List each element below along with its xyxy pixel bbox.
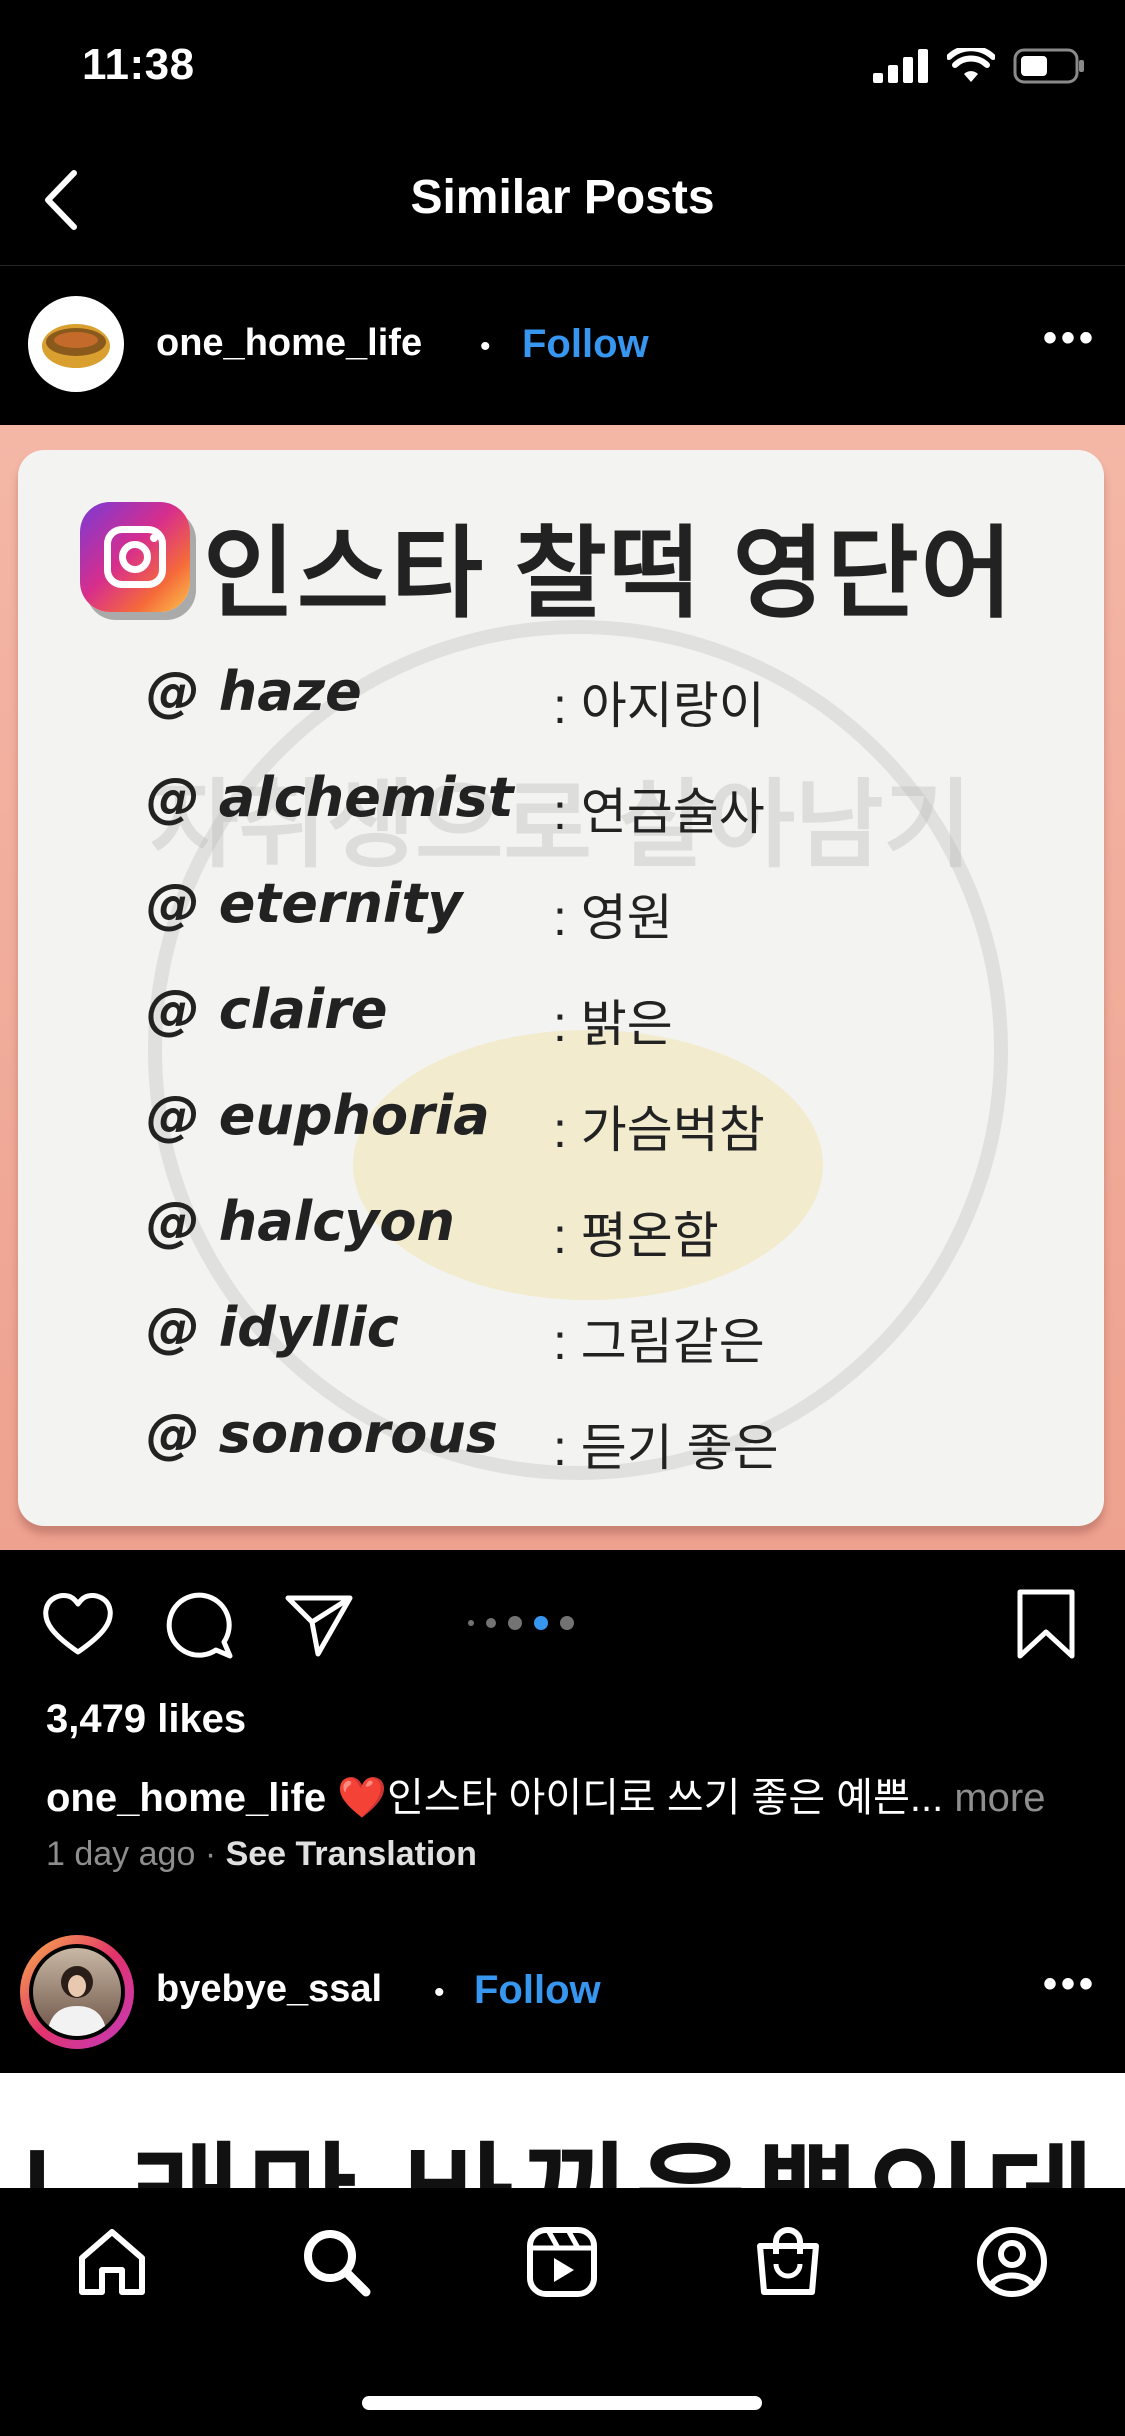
reels-icon[interactable] (524, 2224, 600, 2300)
profile-icon[interactable] (974, 2224, 1050, 2300)
pager-dot (508, 1616, 522, 1630)
vocab-meaning: : 그림같은 (553, 1314, 765, 1370)
vocab-word: @ idyllic (146, 1296, 399, 1359)
status-time: 11:38 (82, 40, 195, 89)
vocab-word: @ eternity (146, 872, 463, 935)
battery-icon (1013, 48, 1084, 84)
vocab-meaning: : 영원 (553, 890, 673, 946)
home-indicator[interactable] (362, 2396, 762, 2410)
post-meta: 1 day ago · See Translation (46, 1835, 477, 1874)
cellular-signal-icon (873, 49, 928, 83)
carousel-pager (468, 1616, 574, 1630)
status-icons (873, 48, 1085, 84)
vocab-meaning: : 아지랑이 (553, 678, 765, 734)
pager-dot (560, 1616, 574, 1630)
avatar[interactable] (29, 1944, 125, 2040)
vocab-word: @ alchemist (146, 766, 514, 829)
home-icon[interactable] (74, 2224, 150, 2300)
vocab-word: @ sonorous (146, 1402, 498, 1465)
post-image-card: 자취생으로 살아남기 인스타 찰떡 영단어 @ haze : 아지랑이 @ al… (18, 450, 1104, 1526)
page-title: Similar Posts (410, 171, 715, 224)
shop-icon[interactable] (750, 2224, 826, 2300)
comment-icon[interactable] (158, 1584, 238, 1664)
search-icon[interactable] (298, 2224, 374, 2300)
vocab-word: @ euphoria (146, 1084, 490, 1147)
see-translation-link[interactable]: See Translation (226, 1835, 477, 1873)
vocab-meaning: : 가슴벅참 (553, 1102, 765, 1158)
post-image[interactable]: 노래만 바뀌을뿐인데 (0, 2073, 1125, 2188)
instagram-logo-icon (80, 502, 190, 612)
vocab-meaning: : 연금술사 (553, 784, 765, 840)
person-avatar-icon (47, 1966, 107, 2036)
bookmark-icon[interactable] (1006, 1584, 1086, 1664)
story-ring[interactable] (20, 1935, 134, 2049)
vocab-meaning: : 듣기 좋은 (553, 1420, 779, 1476)
vocab-meaning: : 평온함 (553, 1208, 719, 1264)
noodle-bowl-avatar-icon (42, 324, 110, 368)
pager-dot-active (534, 1616, 548, 1630)
meta-separator: · (204, 1835, 217, 1873)
like-count[interactable]: 3,479 likes (46, 1697, 246, 1742)
post-caption[interactable]: one_home_life ❤️인스타 아이디로 쓰기 좋은 예쁜... mor… (46, 1765, 1045, 1823)
post-username[interactable]: byebye_ssal (156, 1968, 382, 2011)
caption-heart-emoji: ❤️ (337, 1776, 388, 1820)
wifi-icon (947, 48, 995, 82)
pager-dot (468, 1620, 474, 1626)
follow-button[interactable]: Follow (522, 322, 649, 367)
vocab-meaning: : 밝은 (553, 996, 673, 1052)
caption-username[interactable]: one_home_life (46, 1776, 326, 1820)
post-username[interactable]: one_home_life (156, 322, 422, 365)
caption-text: 인스타 아이디로 쓰기 좋은 예쁜... (387, 1776, 944, 1820)
caption-more-link[interactable]: more (954, 1776, 1045, 1820)
post-image-text: 노래만 바뀌을뿐인데 (14, 2103, 1101, 2188)
separator-dot: • (434, 1976, 445, 2009)
more-options-icon[interactable]: ••• (1043, 1962, 1097, 2007)
vocab-word: @ haze (146, 660, 362, 723)
avatar[interactable] (28, 296, 124, 392)
share-icon[interactable] (278, 1584, 358, 1664)
separator-dot: • (480, 330, 491, 363)
vocab-word: @ claire (146, 978, 388, 1041)
image-title: 인스타 찰떡 영단어 (203, 518, 1015, 630)
more-options-icon[interactable]: ••• (1043, 316, 1097, 361)
post-time: 1 day ago (46, 1835, 196, 1873)
vocab-word: @ halcyon (146, 1190, 455, 1253)
follow-button[interactable]: Follow (474, 1968, 601, 2013)
pager-dot (486, 1618, 496, 1628)
heart-icon[interactable] (38, 1584, 118, 1664)
